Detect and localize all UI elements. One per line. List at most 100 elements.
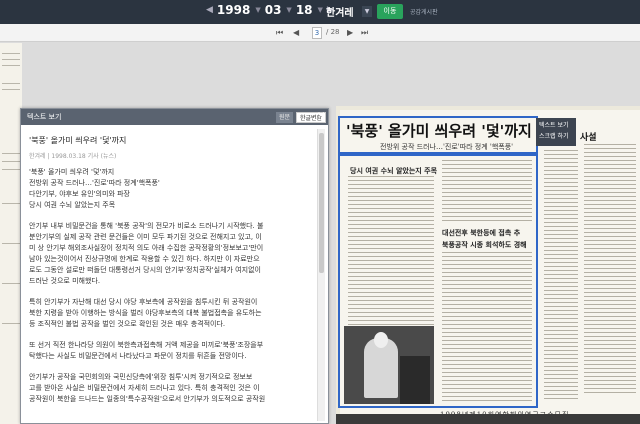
newsprint-line <box>442 288 532 289</box>
left-newspaper-page[interactable] <box>0 43 22 424</box>
text-line: 특히 안기부가 자난해 대선 당시 야당 후보측에 공작원을 침투시킨 뒤 공작… <box>29 298 258 306</box>
newsprint-line <box>584 348 636 349</box>
newsprint-line <box>544 190 578 191</box>
newsprint-line <box>348 228 434 229</box>
newsprint-line <box>544 330 578 331</box>
newsprint-line <box>544 198 578 199</box>
newspaper-dropdown-icon[interactable]: ▼ <box>362 6 372 17</box>
newsprint-line <box>348 208 434 209</box>
prev-page-icon[interactable]: ◀ <box>293 28 299 37</box>
public-board-link[interactable]: 공감게시판 <box>410 7 438 16</box>
paragraph: 안기부가 공작을 국민회의와 국민신당측에'위장 침투'시켜 정기적으로 정보보… <box>29 372 313 405</box>
newsprint-line <box>584 204 636 205</box>
newsprint-line <box>544 326 578 327</box>
newsprint-line <box>544 334 578 335</box>
newsprint-line <box>442 380 532 381</box>
newsprint-line <box>442 300 532 301</box>
menu-item-scrap[interactable]: 스크랩 하기 <box>539 131 573 142</box>
newsprint-line <box>584 340 636 341</box>
newsprint-line <box>584 312 636 313</box>
close-icon[interactable]: × <box>317 110 325 121</box>
newsprint-line <box>544 306 578 307</box>
paragraph: 안기부 내부 비밀문건을 통해 '북풍 공작'의 전모가 비로소 드러나기 시작… <box>29 221 313 287</box>
newsprint-line <box>544 366 578 367</box>
newsprint-line <box>442 308 532 309</box>
year-dropdown-icon[interactable]: ▼ <box>255 6 260 14</box>
side-headline: 대선전후 북한등에 접촉 추 <box>442 228 521 237</box>
newsprint-line <box>584 252 636 253</box>
newsprint-line <box>544 210 578 211</box>
context-menu: 텍스트 보기 스크랩 하기 <box>536 118 576 146</box>
newsprint-line <box>584 224 636 225</box>
newsprint-line <box>584 280 636 281</box>
newsprint-line <box>584 392 636 393</box>
original-text-button[interactable]: 원문 <box>276 112 294 123</box>
newsprint-line <box>348 232 434 233</box>
subhead-line: 전방위 공작 드러나…'진로'따라 정계'핵폭풍' <box>29 179 160 187</box>
newsprint-line <box>584 292 636 293</box>
newsprint-line <box>544 270 578 271</box>
newsprint-line <box>348 276 434 277</box>
text-view-panel: 텍스트 보기 원문 한글변환 × '북풍' 올가미 씌우려 '덫'까지 한겨레 … <box>20 108 329 424</box>
newsprint-line <box>544 158 578 159</box>
newsprint-line <box>442 260 532 261</box>
article-subheads: '북풍' 올가미 씌우려 '덫'까지 전방위 공작 드러나…'진로'따라 정계'… <box>29 167 313 211</box>
newsprint-line <box>544 166 578 167</box>
newsprint-line <box>544 230 578 231</box>
month-dropdown-icon[interactable]: ▼ <box>286 6 291 14</box>
newsprint-line <box>584 172 636 173</box>
day-value[interactable]: 18 <box>296 3 313 17</box>
newsprint-line <box>584 360 636 361</box>
day-dropdown-icon[interactable]: ▼ <box>318 6 323 14</box>
newsprint-line <box>584 288 636 289</box>
newsprint-line <box>442 336 532 337</box>
panel-scrollbar[interactable] <box>317 129 325 421</box>
last-page-icon[interactable]: ⏭ <box>361 28 368 38</box>
newsprint-line <box>544 206 578 207</box>
year-value[interactable]: 1998 <box>217 3 250 17</box>
newsprint-line <box>544 266 578 267</box>
newsprint-line <box>442 208 532 209</box>
newsprint-line <box>584 352 636 353</box>
newsprint-line <box>544 286 578 287</box>
newsprint-line <box>584 272 636 273</box>
newsprint-line <box>544 162 578 163</box>
newspaper-name[interactable]: 한겨레 <box>326 4 354 19</box>
newsprint-line <box>584 180 636 181</box>
current-page-input[interactable]: 3 <box>312 27 322 39</box>
text-line: 드러난 것으로 미해했다. <box>29 277 101 285</box>
newsprint-line <box>442 396 532 397</box>
newsprint-line <box>442 304 532 305</box>
month-value[interactable]: 03 <box>265 3 282 17</box>
newsprint-line <box>348 220 434 221</box>
newsprint-line <box>544 274 578 275</box>
newsprint-line <box>584 148 636 149</box>
newsprint-line <box>442 292 532 293</box>
first-page-icon[interactable]: ⏮ <box>276 28 283 38</box>
newsprint-line <box>584 236 636 237</box>
scrollbar-thumb[interactable] <box>319 133 324 273</box>
newsprint-line <box>442 324 532 325</box>
newsprint-line <box>442 312 532 313</box>
newsprint-line <box>442 400 532 401</box>
newsprint-line <box>544 234 578 235</box>
newsprint-line <box>584 376 636 377</box>
go-button[interactable]: 이동 <box>377 4 403 19</box>
newsprint-line <box>584 368 636 369</box>
newsprint-line <box>442 320 532 321</box>
text-line: 미 상 안기부 해외조사실장이 정치적 의도 아래 수집한 공작정황의'정보보고… <box>29 244 264 252</box>
text-line: 안기부가 공작을 국민회의와 국민신당측에'위장 침투'시켜 정기적으로 정보보 <box>29 373 253 381</box>
menu-item-text-view[interactable]: 텍스트 보기 <box>539 120 573 131</box>
newsprint-line <box>442 284 532 285</box>
prev-date-arrow-icon[interactable]: ◀ <box>206 5 213 15</box>
newsprint-line <box>442 204 532 205</box>
editorial-headline: 사설 <box>580 133 597 143</box>
newsprint-line <box>348 292 434 293</box>
newsprint-line <box>348 312 434 313</box>
newsprint-line <box>348 300 434 301</box>
next-page-icon[interactable]: ▶ <box>347 28 353 37</box>
article-text-body: '북풍' 올가미 씌우려 '덫'까지 한겨레 | 1998.03.18 기사 (… <box>29 131 313 421</box>
newsprint-line <box>348 284 434 285</box>
newsprint-line <box>544 258 578 259</box>
newsprint-line <box>348 280 434 281</box>
